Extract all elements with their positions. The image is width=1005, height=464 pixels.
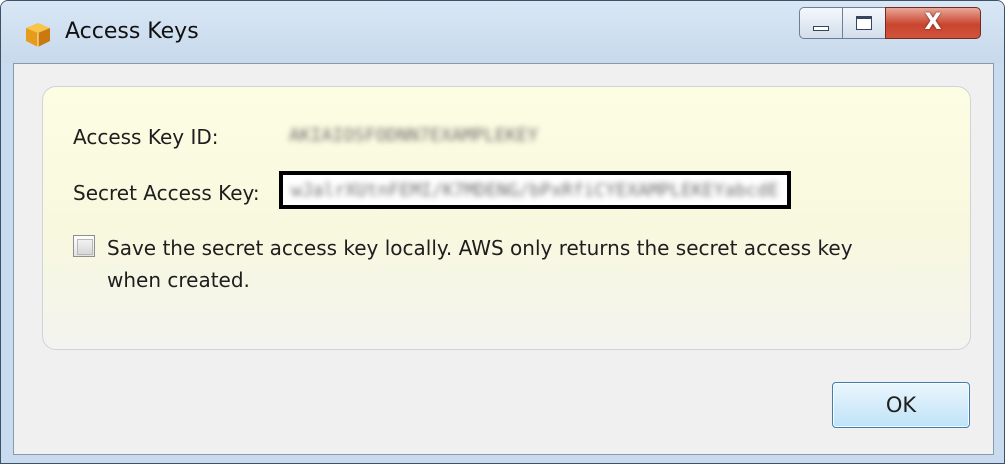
maximize-button[interactable] xyxy=(842,7,886,39)
access-keys-dialog: Access Keys X Access Key ID: AKIAIOSFODN… xyxy=(0,0,1005,464)
window-title: Access Keys xyxy=(65,19,199,44)
caption-buttons: X xyxy=(799,7,981,39)
save-locally-label[interactable]: Save the secret access key locally. AWS … xyxy=(107,232,907,296)
access-key-id-value[interactable]: AKIAIOSFODNN7EXAMPLEKEY xyxy=(289,125,589,146)
maximize-icon xyxy=(856,16,872,30)
title-bar[interactable]: Access Keys X xyxy=(1,1,1004,63)
aws-cube-icon xyxy=(26,23,50,47)
key-details-panel: Access Key ID: AKIAIOSFODNN7EXAMPLEKEY S… xyxy=(42,86,971,350)
secret-access-key-value[interactable]: wJalrXUtnFEMI/K7MDENG/bPxRfiCYEXAMPLEKEY… xyxy=(291,180,779,201)
close-button[interactable]: X xyxy=(885,7,981,39)
access-key-id-label: Access Key ID: xyxy=(73,125,219,149)
minimize-button[interactable] xyxy=(799,7,843,39)
save-locally-checkbox[interactable] xyxy=(73,235,95,257)
close-icon: X xyxy=(924,10,942,35)
ok-button[interactable]: OK xyxy=(832,382,970,428)
secret-access-key-label: Secret Access Key: xyxy=(73,181,260,205)
dialog-body: Access Key ID: AKIAIOSFODNN7EXAMPLEKEY S… xyxy=(13,63,994,455)
minimize-icon xyxy=(813,25,829,31)
secret-access-key-field[interactable]: wJalrXUtnFEMI/K7MDENG/bPxRfiCYEXAMPLEKEY… xyxy=(279,171,791,209)
